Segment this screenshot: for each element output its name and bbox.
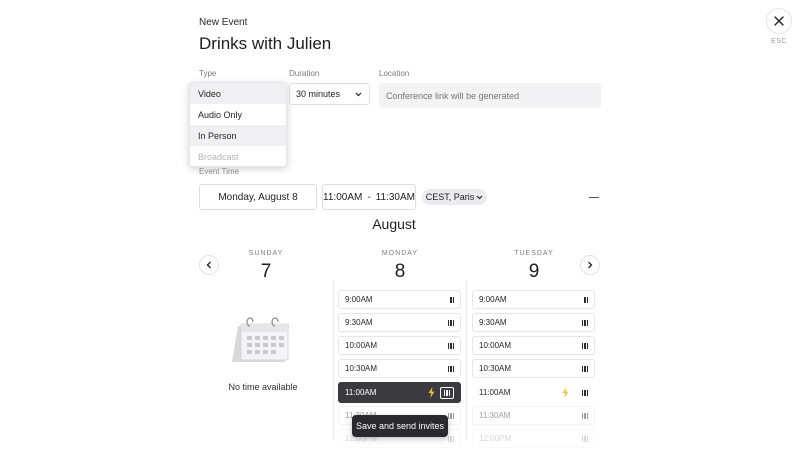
time-slot[interactable]: 9:00AM: [472, 290, 595, 309]
chevron-right-icon: [588, 261, 593, 269]
collapse-icon[interactable]: [589, 197, 599, 198]
date-field[interactable]: Monday, August 8: [199, 184, 317, 210]
no-time-available-text: No time available: [228, 382, 298, 392]
start-time[interactable]: 11:00AM: [323, 192, 362, 203]
availability-bars-icon: [447, 435, 454, 442]
day-name-monday: MONDAY: [381, 250, 419, 257]
slot-time: 10:30AM: [479, 364, 512, 373]
slot-time: 12:00PM: [479, 434, 512, 443]
availability-bars-icon: [581, 412, 588, 419]
availability-bars-icon: [447, 365, 454, 372]
event-time-label: Event Time: [199, 167, 240, 176]
chevron-left-icon: [206, 261, 211, 269]
type-option-audio-only[interactable]: Audio Only: [190, 104, 286, 125]
next-day-button[interactable]: [580, 255, 600, 275]
end-time[interactable]: 11:30AM: [376, 192, 415, 203]
day-name-tuesday: TUESDAY: [514, 250, 554, 257]
availability-bars-icon: [584, 296, 588, 303]
day-number-tuesday: 9: [528, 261, 540, 282]
day-number-monday: 8: [394, 261, 406, 282]
slot-time: 11:30AM: [479, 411, 511, 420]
location-input[interactable]: [379, 83, 601, 108]
day-number-sunday: 7: [260, 261, 272, 282]
availability-bars-icon: [450, 296, 454, 303]
type-option-in-person[interactable]: In Person: [190, 125, 286, 146]
availability-bars-icon: [581, 435, 588, 442]
location-label: Location: [379, 69, 410, 78]
time-slot[interactable]: 9:30AM: [338, 313, 461, 332]
column-divider: [333, 280, 334, 440]
time-slot[interactable]: 11:30AM: [472, 406, 595, 425]
event-title[interactable]: Drinks with Julien: [199, 34, 331, 54]
slot-time: 10:30AM: [345, 364, 378, 373]
slot-time: 11:00AM: [345, 388, 377, 397]
slot-time: 10:00AM: [345, 341, 378, 350]
lightning-icon: [428, 387, 434, 398]
time-slot[interactable]: 9:30AM: [472, 313, 595, 332]
month-label: August: [372, 216, 416, 232]
esc-hint: ESC: [771, 38, 787, 45]
availability-bars-icon: [447, 412, 454, 419]
type-label: Type: [199, 69, 217, 78]
availability-bars-icon: [581, 389, 588, 396]
time-slot[interactable]: 12:00PM: [472, 429, 595, 448]
time-slot[interactable]: 10:00AM: [338, 336, 461, 355]
time-slot[interactable]: 9:00AM: [338, 290, 461, 309]
slot-time: 11:00AM: [479, 388, 511, 397]
availability-bars-icon: [447, 342, 454, 349]
time-range-field[interactable]: 11:00AM - 11:30AM: [322, 184, 416, 210]
close-icon: [774, 16, 784, 26]
slot-time: 10:00AM: [479, 341, 512, 350]
time-slot[interactable]: 10:30AM: [472, 359, 595, 378]
time-slot-selected[interactable]: 11:00AM: [338, 382, 461, 403]
timezone-select[interactable]: CEST, Paris: [422, 189, 487, 205]
type-dropdown-menu: Video Audio Only In Person Broadcast: [189, 82, 287, 167]
time-slot[interactable]: 10:30AM: [338, 359, 461, 378]
chevron-down-icon: [355, 92, 362, 96]
chevron-down-icon: [476, 195, 483, 199]
availability-bars-icon: [581, 365, 588, 372]
type-option-video[interactable]: Video: [190, 83, 286, 104]
slot-time: 9:30AM: [479, 318, 507, 327]
slot-time: 9:00AM: [479, 295, 507, 304]
page-kicker: New Event: [199, 17, 248, 28]
save-and-send-button[interactable]: Save and send invites: [352, 415, 448, 437]
lightning-icon: [562, 387, 568, 398]
timezone-value: CEST, Paris: [425, 192, 475, 202]
availability-bars-icon: [447, 319, 454, 326]
prev-day-button[interactable]: [199, 255, 219, 275]
duration-label: Duration: [289, 69, 320, 78]
type-option-broadcast: Broadcast: [198, 151, 239, 162]
column-divider: [466, 280, 467, 440]
time-slot[interactable]: 11:00AM: [472, 383, 595, 402]
slot-time: 9:30AM: [345, 318, 373, 327]
time-slot[interactable]: 10:00AM: [472, 336, 595, 355]
day-name-sunday: SUNDAY: [248, 250, 284, 257]
availability-bars-icon: [581, 319, 588, 326]
calendar-illustration-icon: [231, 316, 291, 369]
time-separator: -: [367, 191, 371, 203]
duration-select[interactable]: 30 minutes: [289, 83, 370, 105]
duration-value: 30 minutes: [296, 89, 341, 99]
slot-time: 9:00AM: [345, 295, 373, 304]
close-button[interactable]: [766, 8, 792, 34]
availability-bars-icon: [581, 342, 588, 349]
availability-bars-icon: [439, 386, 454, 399]
